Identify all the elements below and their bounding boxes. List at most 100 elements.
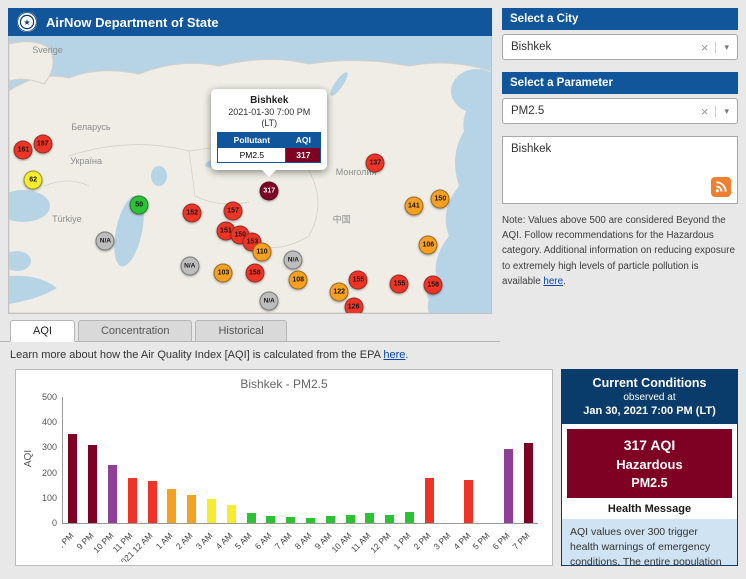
chart-bar-slot [320,397,340,523]
chart-bar-slot [103,397,123,523]
select-parameter-header: Select a Parameter [502,72,738,94]
map-marker-aqi[interactable]: 137 [366,154,385,173]
map-marker-aqi[interactable]: 110 [253,243,272,262]
city-feed-text: Bishkek [511,143,551,155]
chart-bar[interactable] [68,434,77,523]
current-conditions-title: Current Conditions [566,376,733,390]
chart-bar[interactable] [504,449,513,523]
map-marker-aqi[interactable]: 108 [289,270,308,289]
chart-bar[interactable] [326,516,335,523]
map-marker-aqi[interactable]: 141 [404,197,423,216]
map-marker-aqi[interactable]: 317 [260,182,279,201]
map-marker-aqi[interactable]: 158 [245,263,264,282]
map-marker-aqi[interactable]: 152 [183,204,202,223]
city-dropdown-caret-icon[interactable]: ▾ [715,42,729,53]
note-suffix: . [563,276,566,287]
map-marker-aqi[interactable]: 103 [214,263,233,282]
rss-feed-icon[interactable] [711,177,731,197]
chart-bar[interactable] [405,512,414,523]
chart-bar[interactable] [266,516,275,523]
tab-concentration[interactable]: Concentration [78,320,193,342]
popup-datetime: 2021-01-30 7:00 PM [217,107,321,117]
map-marker-aqi[interactable]: 106 [419,236,438,255]
epa-learn-more-link[interactable]: here [383,349,405,361]
chart-xlabels: 8 PM9 PM10 PM11 PM1/30, 2021 12 AM1 AM2 … [62,524,538,562]
map-marker-aqi[interactable]: 158 [424,276,443,295]
popup-pollutant-value: PM2.5 [218,147,286,162]
chart-bar[interactable] [247,513,256,523]
city-select-dropdown[interactable]: Bishkek × ▾ [502,34,738,60]
clear-city-icon[interactable]: × [694,40,716,55]
svg-text:★: ★ [23,18,30,27]
map-place-label: Україна [70,156,102,166]
chart-bar[interactable] [207,499,216,523]
chart-bar[interactable] [108,465,117,523]
chart-bar-slot [281,397,301,523]
dept-of-state-seal-icon: ★ [16,11,38,33]
tab-bar: AQI Concentration Historical [8,320,492,342]
chart-bar-slot [162,397,182,523]
learn-more-prefix: Learn more about how the Air Quality Ind… [10,349,383,361]
chart-panel: Bishkek - PM2.5 AQI 0100200300400500 8 P… [15,369,553,566]
chart-bar[interactable] [148,481,157,523]
chart-bar[interactable] [286,517,295,523]
chart-bar-slot [301,397,321,523]
note-text: Note: Values above 500 are considered Be… [502,215,735,287]
parameter-select-dropdown[interactable]: PM2.5 × ▾ [502,98,738,124]
chart-bar-slot [518,397,538,523]
y-axis-title: AQI [23,450,34,467]
chart-bar-slot [400,397,420,523]
map-marker-aqi[interactable]: 50 [130,195,149,214]
health-message-text: AQI values over 300 trigger health warni… [562,519,737,566]
aqi-pollutant: PM2.5 [571,476,728,490]
map-marker-aqi[interactable]: 62 [24,171,43,190]
map-marker-aqi[interactable]: 122 [330,283,349,302]
chart-bar-slot [439,397,459,523]
clear-parameter-icon[interactable]: × [694,104,716,119]
city-feed-box: Bishkek [502,136,738,204]
chart-bar[interactable] [306,518,315,523]
map-marker-aqi[interactable]: 126 [344,298,363,314]
map-marker-aqi[interactable]: N/A [96,231,115,250]
chart-bar[interactable] [167,489,176,523]
popup-col-aqi: AQI [286,132,321,147]
chart-bar[interactable] [88,445,97,523]
chart-bar[interactable] [227,505,236,523]
map-marker-aqi[interactable]: 155 [390,274,409,293]
chart-bar[interactable] [385,515,394,523]
chart-bar[interactable] [346,515,355,523]
chart-bar-slot [122,397,142,523]
map-marker-aqi[interactable]: N/A [260,291,279,310]
map[interactable]: Bishkek 2021-01-30 7:00 PM (LT) Pollutan… [8,36,492,314]
tab-aqi[interactable]: AQI [10,320,75,342]
chart-bar[interactable] [365,513,374,523]
chart-bar[interactable] [128,478,137,523]
chart-bar-slot [142,397,162,523]
y-tick-label: 500 [42,392,57,402]
chart-bar[interactable] [524,443,533,523]
chart-bar-slot [499,397,519,523]
tab-historical[interactable]: Historical [195,320,286,342]
chart-bar-slot [479,397,499,523]
map-marker-aqi[interactable]: 161 [14,140,33,159]
y-tick-label: 200 [42,468,57,478]
map-place-label: Sverige [32,45,63,55]
map-marker-aqi[interactable]: 150 [431,190,450,209]
map-place-label: 中国 [333,212,351,225]
observed-at-label: observed at [566,392,733,403]
chart-bar-slot [419,397,439,523]
map-marker-aqi[interactable]: 155 [349,270,368,289]
aqi-status-box: 317 AQI Hazardous PM2.5 [567,429,732,498]
y-tick-label: 300 [42,442,57,452]
parameter-dropdown-caret-icon[interactable]: ▾ [715,106,729,117]
chart-bar[interactable] [425,478,434,523]
map-marker-aqi[interactable]: 157 [224,201,243,220]
app-title: AirNow Department of State [46,15,219,30]
chart-bar[interactable] [464,480,473,523]
app-header: ★ AirNow Department of State [8,8,492,36]
map-marker-aqi[interactable]: 187 [33,135,52,154]
note-here-link[interactable]: here [543,276,563,287]
map-marker-aqi[interactable]: N/A [284,251,303,270]
map-marker-aqi[interactable]: N/A [180,256,199,275]
chart-bar[interactable] [187,495,196,523]
